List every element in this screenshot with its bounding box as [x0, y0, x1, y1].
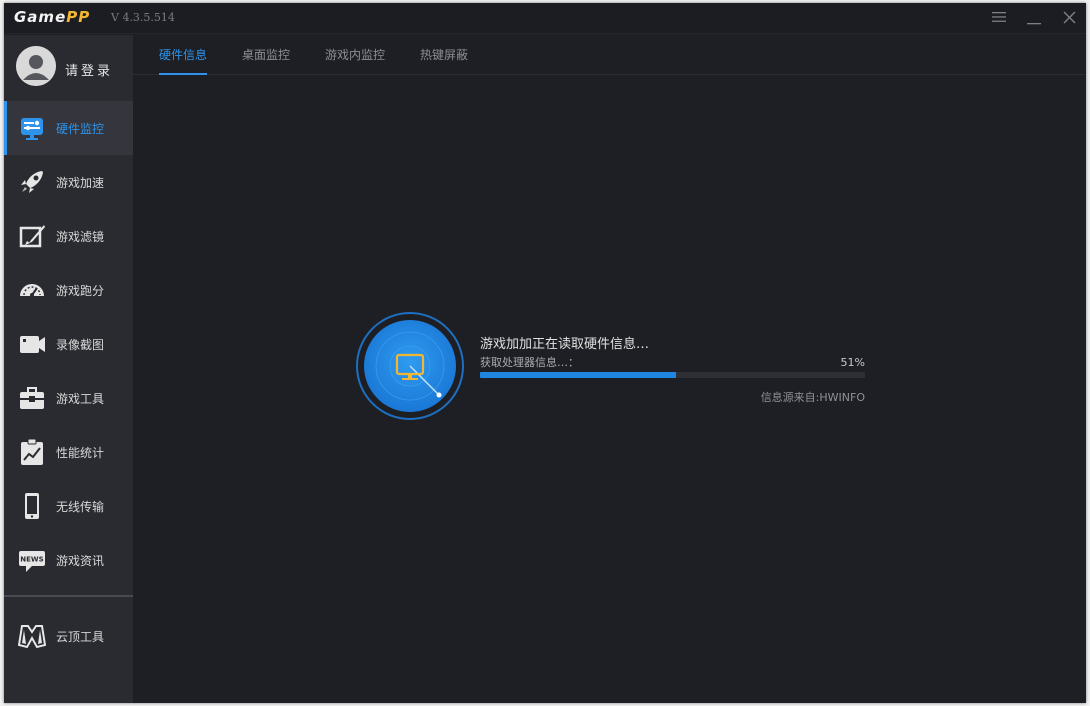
sidebar-item-game-boost[interactable]: 游戏加速	[4, 155, 133, 209]
svg-text:NEWS: NEWS	[20, 556, 43, 564]
app-logo: GamePP	[14, 8, 91, 26]
sidebar-item-game-benchmark[interactable]: 游戏跑分	[4, 263, 133, 317]
minimize-button[interactable]	[1023, 7, 1045, 29]
sidebar-item-game-news[interactable]: NEWS 游戏资讯	[4, 533, 133, 587]
rocket-icon	[21, 171, 43, 193]
sidebar-item-yunding-tools[interactable]: 云顶工具	[4, 609, 133, 663]
sidebar: 请登录 硬件监控 游戏加速 游戏滤镜 游戏跑分 录像截图 游戏工具 性能统计 无…	[4, 35, 133, 703]
video-camera-icon	[20, 336, 45, 353]
sidebar-item-label: 无线传输	[56, 500, 105, 514]
sidebar-item-label: 游戏资讯	[56, 554, 105, 568]
app-version: V 4.3.5.514	[111, 11, 175, 24]
avatar[interactable]	[16, 46, 56, 86]
status-title: 游戏加加正在读取硬件信息…	[480, 337, 650, 352]
title-bar[interactable]: GamePP V 4.3.5.514	[4, 3, 1086, 34]
progress-bar-fill	[480, 372, 677, 378]
sidebar-item-game-filter[interactable]: 游戏滤镜	[4, 209, 133, 263]
progress-percent: 51%	[840, 356, 865, 369]
hardware-monitor-icon	[21, 118, 43, 140]
main-panel: 硬件信息 桌面监控 游戏内监控 热键屏蔽 游戏加加正在读取硬件信息… 获取处理器	[133, 35, 1086, 703]
phone-icon	[25, 493, 39, 519]
loading-radar-icon	[356, 312, 464, 420]
user-avatar-icon	[16, 46, 56, 86]
app-window: GamePP V 4.3.5.514 请登录 硬件监控 游戏加速 游戏滤镜 游戏…	[4, 3, 1086, 703]
sidebar-item-label: 云顶工具	[56, 630, 105, 644]
user-login-area[interactable]: 请登录	[4, 35, 133, 99]
progress-bar	[480, 372, 865, 378]
login-label[interactable]: 请登录	[65, 60, 113, 79]
close-button[interactable]	[1058, 7, 1080, 29]
sidebar-item-performance-stats[interactable]: 性能统计	[4, 425, 133, 479]
mask-icon	[18, 625, 46, 649]
tab-hotkey-block[interactable]: 热键屏蔽	[420, 46, 468, 75]
tab-hardware-info[interactable]: 硬件信息	[159, 46, 208, 75]
news-icon: NEWS	[19, 551, 45, 572]
speedometer-icon	[20, 284, 44, 297]
close-icon	[1063, 11, 1075, 24]
sidebar-item-label: 游戏跑分	[56, 284, 105, 298]
sidebar-divider	[4, 595, 133, 597]
menu-button[interactable]	[988, 7, 1010, 29]
toolbox-icon	[20, 387, 44, 409]
sidebar-item-label: 游戏工具	[56, 392, 105, 406]
sidebar-item-label: 性能统计	[56, 446, 105, 460]
tab-desktop-monitor[interactable]: 桌面监控	[242, 46, 290, 75]
sidebar-item-label: 游戏加速	[56, 176, 105, 190]
minimize-icon	[1027, 23, 1041, 25]
hamburger-icon	[992, 12, 1006, 22]
sidebar-item-game-tools[interactable]: 游戏工具	[4, 371, 133, 425]
filter-brush-icon	[19, 225, 45, 248]
sidebar-item-label: 游戏滤镜	[56, 230, 105, 244]
sidebar-item-video-capture[interactable]: 录像截图	[4, 317, 133, 371]
sidebar-item-hardware-monitor[interactable]: 硬件监控	[4, 101, 133, 155]
sidebar-item-label: 录像截图	[56, 338, 105, 352]
clipboard-chart-icon	[21, 438, 43, 465]
tab-ingame-monitor[interactable]: 游戏内监控	[325, 46, 385, 75]
tab-bar: 硬件信息 桌面监控 游戏内监控 热键屏蔽	[133, 35, 1086, 75]
info-source: 信息源来自:HWINFO	[760, 391, 865, 404]
sidebar-item-label: 硬件监控	[56, 122, 105, 136]
status-subtitle: 获取处理器信息…：	[480, 356, 579, 369]
sidebar-item-wireless-transfer[interactable]: 无线传输	[4, 479, 133, 533]
